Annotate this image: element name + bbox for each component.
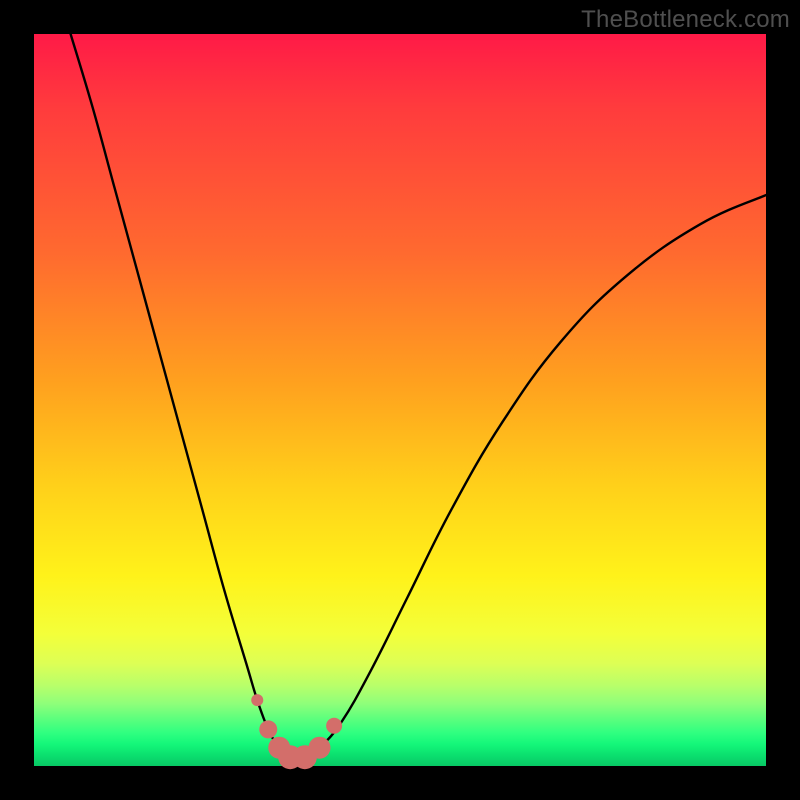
minimum-marker [251, 694, 263, 706]
plot-area [34, 34, 766, 766]
watermark-text: TheBottleneck.com [581, 6, 790, 34]
minimum-marker [259, 720, 277, 738]
bottleneck-curve [71, 34, 766, 759]
curve-svg [34, 34, 766, 766]
minimum-marker [326, 718, 342, 734]
chart-frame: TheBottleneck.com [0, 0, 800, 800]
minimum-marker [308, 737, 330, 759]
minimum-markers [251, 694, 342, 769]
